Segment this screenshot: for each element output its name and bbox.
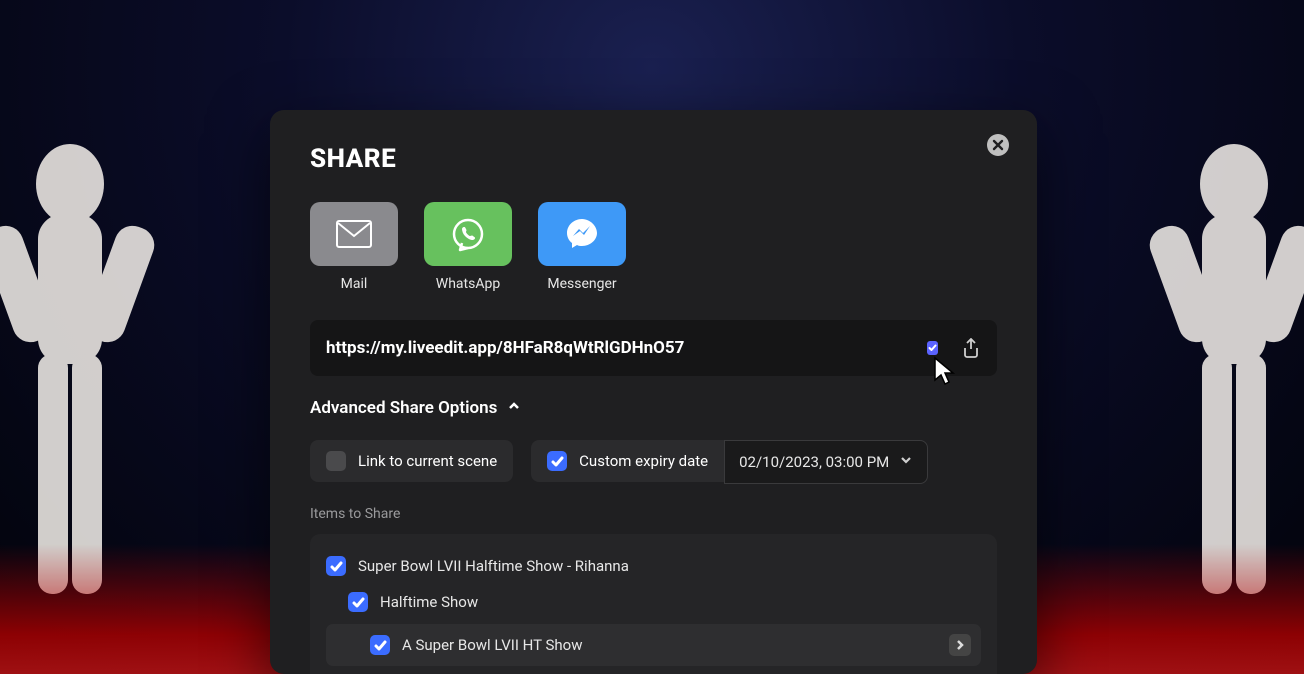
share-label: Mail (341, 276, 368, 292)
option-label: Custom expiry date (579, 452, 708, 470)
mail-icon (310, 202, 398, 266)
background-dancer-right (1144, 114, 1304, 634)
share-via-messenger[interactable]: Messenger (538, 202, 626, 292)
share-url-text[interactable]: https://my.liveedit.app/8HFaR8qWtRlGDHnO… (326, 338, 923, 358)
custom-expiry-option[interactable]: Custom expiry date (531, 440, 724, 482)
close-button[interactable] (987, 134, 1009, 156)
tree-item-label: A Super Bowl LVII HT Show (402, 636, 583, 654)
link-current-scene-option[interactable]: Link to current scene (310, 440, 513, 482)
share-url-field: https://my.liveedit.app/8HFaR8qWtRlGDHnO… (310, 320, 997, 376)
share-via-whatsapp[interactable]: WhatsApp (424, 202, 512, 292)
share-label: Messenger (547, 276, 616, 292)
chevron-right-icon[interactable] (949, 634, 971, 656)
advanced-share-label: Advanced Share Options (310, 398, 497, 418)
advanced-share-toggle[interactable]: Advanced Share Options (310, 398, 997, 418)
checkbox-checked[interactable] (348, 592, 368, 612)
checkbox-unchecked[interactable] (326, 451, 346, 471)
advanced-options-row: Link to current scene Custom expiry date… (310, 440, 997, 484)
checkbox-checked[interactable] (547, 451, 567, 471)
chevron-down-icon (899, 453, 913, 471)
whatsapp-icon (424, 202, 512, 266)
messenger-icon (538, 202, 626, 266)
share-modal: SHARE Mail WhatsApp Messenger (270, 110, 1037, 674)
tree-item[interactable]: A Super Bowl LVII HT Show (326, 624, 981, 666)
share-apps-row: Mail WhatsApp Messenger (310, 202, 997, 292)
modal-title: SHARE (310, 144, 997, 174)
share-label: WhatsApp (436, 276, 500, 292)
items-to-share-label: Items to Share (310, 506, 997, 522)
system-share-button[interactable] (961, 338, 981, 358)
checkbox-checked[interactable] (326, 556, 346, 576)
expiry-date-value: 02/10/2023, 03:00 PM (739, 453, 889, 471)
background-dancer-left (0, 114, 160, 634)
items-tree: Super Bowl LVII Halftime Show - Rihanna … (310, 534, 997, 674)
copy-url-button[interactable] (923, 338, 943, 358)
share-via-mail[interactable]: Mail (310, 202, 398, 292)
tree-item-label: Halftime Show (380, 593, 478, 611)
tree-item[interactable]: Super Bowl LVII Halftime Show - Rihanna (326, 548, 981, 584)
chevron-up-icon (507, 398, 521, 418)
expiry-date-picker[interactable]: 02/10/2023, 03:00 PM (724, 440, 928, 484)
tree-item[interactable]: Halftime Show (326, 584, 981, 620)
checkbox-checked[interactable] (370, 635, 390, 655)
tree-item-label: Super Bowl LVII Halftime Show - Rihanna (358, 557, 629, 575)
option-label: Link to current scene (358, 452, 497, 470)
